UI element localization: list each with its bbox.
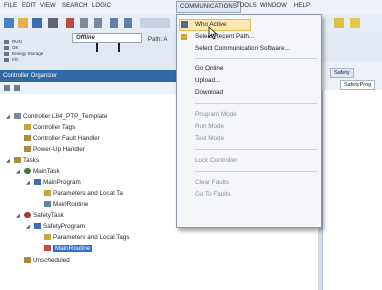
tree-item-power-up-handler[interactable]: Power-Up Handler bbox=[24, 145, 85, 155]
open-icon[interactable] bbox=[18, 18, 28, 28]
menu-communications[interactable]: COMMUNICATIONS bbox=[176, 1, 241, 13]
menu-separator bbox=[195, 103, 317, 104]
paste-icon[interactable] bbox=[94, 18, 102, 28]
routine-icon bbox=[44, 201, 51, 207]
menu-edit[interactable]: EDIT bbox=[22, 3, 36, 9]
menu-item-select-comm-software[interactable]: Select Communication Software... bbox=[195, 43, 290, 54]
controller-icon bbox=[14, 113, 21, 119]
pin-icon[interactable] bbox=[4, 85, 10, 91]
tree-item-mainprogram[interactable]: MainProgram bbox=[34, 178, 81, 188]
path-label: Path: A bbox=[148, 37, 168, 43]
expand-icon[interactable]: ◢ bbox=[26, 178, 30, 188]
collapse-all-icon[interactable] bbox=[14, 85, 20, 91]
tree-item-safety-mainroutine[interactable]: MainRoutine bbox=[44, 244, 93, 254]
expand-icon[interactable]: ◢ bbox=[16, 211, 20, 221]
go-to-icon[interactable] bbox=[350, 18, 360, 28]
copy-icon[interactable] bbox=[80, 18, 88, 28]
menu-file[interactable]: FILE bbox=[4, 3, 17, 9]
folder-icon bbox=[24, 146, 31, 152]
controller-mode-dropdown[interactable]: Offline bbox=[72, 33, 142, 43]
menu-separator bbox=[195, 58, 317, 59]
tags-icon bbox=[44, 190, 51, 196]
ok-led bbox=[4, 46, 9, 50]
cut-icon[interactable] bbox=[66, 18, 74, 28]
controller-organizer-tree: ◢ Controller L84_PTP_Template Controller… bbox=[0, 94, 178, 290]
menu-item-go-to-faults[interactable]: Go To Faults bbox=[195, 189, 231, 200]
menu-logic[interactable]: LOGIC bbox=[92, 3, 111, 9]
routine-editor[interactable] bbox=[322, 90, 382, 290]
undo-icon[interactable] bbox=[110, 18, 118, 28]
tree-item-parameters-local-tags[interactable]: Parameters and Local Ta bbox=[44, 189, 123, 199]
menu-window[interactable]: WINDOW bbox=[260, 3, 287, 9]
menu-help[interactable]: HELP bbox=[294, 3, 310, 9]
menu-item-upload[interactable]: Upload... bbox=[195, 75, 220, 86]
folder-icon bbox=[14, 157, 21, 163]
io-status-label: I/O bbox=[12, 57, 19, 62]
save-icon[interactable] bbox=[32, 18, 42, 28]
expand-icon[interactable]: ◢ bbox=[6, 156, 10, 166]
tree-item-maintask[interactable]: MainTask bbox=[24, 167, 60, 177]
tags-icon bbox=[44, 234, 51, 240]
communications-menu: Who Active Select Recent Path... Select … bbox=[176, 14, 322, 228]
tree-item-unscheduled[interactable]: Unscheduled bbox=[24, 256, 70, 266]
who-active-icon bbox=[181, 21, 188, 28]
new-icon[interactable] bbox=[4, 18, 14, 28]
program-icon bbox=[34, 223, 41, 229]
menu-item-test-mode[interactable]: Test Mode bbox=[195, 133, 224, 144]
tab-safety[interactable]: Safety bbox=[330, 68, 354, 78]
menu-view[interactable]: VIEW bbox=[40, 3, 56, 9]
controller-organizer-title: Controller Organizer bbox=[0, 70, 178, 82]
energy-storage-led bbox=[4, 52, 9, 56]
tree-item-controller-tags[interactable]: Controller Tags bbox=[24, 123, 75, 133]
menu-item-program-mode[interactable]: Program Mode bbox=[195, 109, 237, 120]
program-icon bbox=[34, 179, 41, 185]
menu-separator bbox=[195, 149, 317, 150]
menu-search[interactable]: SEARCH bbox=[62, 3, 88, 9]
tree-item-tasks[interactable]: Tasks bbox=[14, 156, 39, 166]
folder-icon bbox=[24, 135, 31, 141]
menu-separator bbox=[195, 171, 317, 172]
menu-item-lock-controller[interactable]: Lock Controller bbox=[195, 155, 237, 166]
menu-tools[interactable]: TOOLS bbox=[236, 3, 257, 9]
run-status-label: RUN bbox=[12, 39, 22, 44]
print-icon[interactable] bbox=[48, 18, 58, 28]
task-icon bbox=[24, 168, 31, 174]
menu-item-run-mode[interactable]: Run Mode bbox=[195, 121, 224, 132]
redo-icon[interactable] bbox=[124, 18, 132, 28]
tree-item-controller[interactable]: Controller L84_PTP_Template bbox=[14, 112, 107, 122]
tab-safetyprogram[interactable]: SafetyProg bbox=[340, 80, 376, 90]
recent-path-icon bbox=[181, 34, 187, 40]
search-box[interactable] bbox=[140, 18, 170, 28]
io-led bbox=[4, 58, 9, 62]
tree-item-safety-parameters-local-tags[interactable]: Parameters and Local Tags bbox=[44, 233, 130, 243]
menu-item-go-online[interactable]: Go Online bbox=[195, 63, 223, 74]
run-led bbox=[4, 40, 9, 44]
tree-item-controller-fault-handler[interactable]: Controller Fault Handler bbox=[24, 134, 100, 144]
menu-item-clear-faults[interactable]: Clear Faults bbox=[195, 177, 229, 188]
safety-task-icon bbox=[24, 212, 31, 218]
tree-item-mainroutine[interactable]: MainRoutine bbox=[44, 200, 88, 210]
menu-item-download[interactable]: Download bbox=[195, 87, 223, 98]
tree-item-safetyprogram[interactable]: SafetyProgram bbox=[34, 222, 85, 232]
tree-item-safetytask[interactable]: SafetyTask bbox=[24, 211, 64, 221]
energy-storage-label: Energy Storage bbox=[12, 51, 44, 56]
expand-icon[interactable]: ◢ bbox=[16, 167, 20, 177]
mouse-cursor-icon bbox=[208, 26, 218, 40]
safety-routine-icon bbox=[44, 245, 51, 251]
expand-icon[interactable]: ◢ bbox=[6, 112, 10, 122]
ok-status-label: OK bbox=[12, 45, 19, 50]
menu-bar: FILE EDIT VIEW SEARCH LOGIC COMMUNICATIO… bbox=[0, 0, 382, 14]
expand-icon[interactable]: ◢ bbox=[26, 222, 30, 232]
tags-icon bbox=[24, 124, 31, 130]
menu-item-select-recent-path[interactable]: Select Recent Path... bbox=[195, 31, 254, 42]
verify-icon[interactable] bbox=[334, 18, 344, 28]
folder-icon bbox=[24, 257, 31, 263]
